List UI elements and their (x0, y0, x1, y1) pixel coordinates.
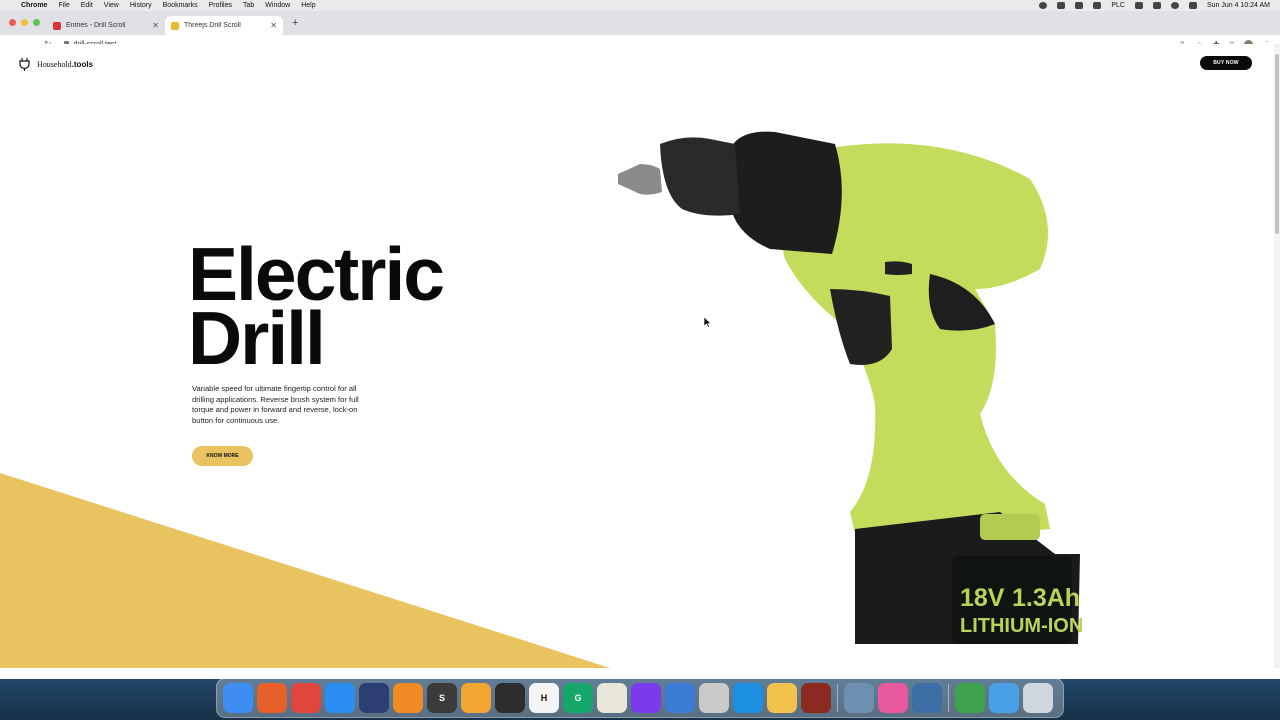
tab-title: Threejs Drill Scroll (184, 22, 241, 29)
plug-icon (19, 58, 30, 71)
battery-capacity-text: 1.3Ah (1012, 584, 1080, 612)
close-tab-icon[interactable]: ✕ (152, 21, 159, 30)
brand-logo[interactable]: Household.tools (19, 58, 93, 71)
close-window-button[interactable] (9, 19, 16, 26)
menu-history[interactable]: History (130, 2, 152, 9)
menu-tab[interactable]: Tab (243, 2, 254, 9)
page-scrollbar[interactable] (1274, 44, 1280, 668)
menu-file[interactable]: File (58, 2, 69, 9)
dock-migration-icon[interactable] (955, 683, 985, 713)
close-tab-icon[interactable]: ✕ (270, 21, 277, 30)
shield-icon[interactable] (1093, 2, 1102, 9)
tab-entries[interactable]: Entries - Drill Scroll ✕ (47, 16, 165, 35)
product-description: Variable speed for ultimate fingertip co… (192, 384, 359, 425)
direction-switch (885, 261, 912, 275)
tab-threejs-drill-scroll[interactable]: Threejs Drill Scroll ✕ (165, 16, 283, 35)
drill-image: 18V 1.3Ah LITHIUM-ION (618, 131, 1083, 644)
dock: S HG (216, 678, 1064, 718)
dock-docker-icon[interactable] (733, 683, 763, 713)
dock-transmit-icon[interactable] (767, 683, 797, 713)
dock-cinema4d-icon[interactable] (359, 683, 389, 713)
record-icon[interactable] (1039, 2, 1048, 9)
dock-downloads-icon[interactable] (989, 683, 1019, 713)
new-tab-button[interactable]: + (292, 17, 298, 29)
battery-type-text: LITHIUM-ION (960, 615, 1083, 637)
wedge-shape (0, 473, 610, 668)
zoom-window-button[interactable] (33, 19, 40, 26)
craft-favicon-icon (53, 21, 61, 30)
drill-chuck (730, 131, 842, 254)
window-controls (9, 19, 40, 26)
dock-github-icon[interactable] (631, 683, 661, 713)
status-label[interactable]: PLC (1111, 2, 1125, 9)
brand-name: Household.tools (37, 60, 94, 69)
minimize-window-button[interactable] (21, 19, 28, 26)
dock-sequel-icon[interactable] (699, 683, 729, 713)
drill-trigger (830, 289, 892, 365)
dock-trash-icon[interactable] (1023, 683, 1053, 713)
menu-profiles[interactable]: Profiles (209, 2, 232, 9)
dock-separator (837, 684, 838, 712)
dock-obs-icon[interactable] (495, 683, 525, 713)
dock-quicktime-icon[interactable] (912, 683, 942, 713)
menu-bar: Chrome File Edit View History Bookmarks … (0, 0, 1280, 11)
battery-release-button (980, 514, 1040, 540)
dock-hemingway-icon[interactable]: H (529, 683, 559, 713)
tab-title: Entries - Drill Scroll (66, 22, 126, 29)
know-more-button[interactable]: KNOW MORE (192, 446, 253, 466)
bluetooth-icon[interactable] (1134, 2, 1143, 9)
drill-bit-holder (618, 164, 662, 195)
dock-maps-icon[interactable] (461, 683, 491, 713)
dock-textedit-icon[interactable] (597, 683, 627, 713)
menu-app-name[interactable]: Chrome (21, 2, 47, 9)
menu-help[interactable]: Help (301, 2, 315, 9)
dock-firefox-icon[interactable] (257, 683, 287, 713)
menu-bookmarks[interactable]: Bookmarks (163, 2, 198, 9)
menu-window[interactable]: Window (265, 2, 290, 9)
menu-view[interactable]: View (104, 2, 119, 9)
site-favicon-icon (171, 21, 179, 30)
hero-title: Electric Drill (188, 237, 445, 376)
dock-tableplus-icon[interactable] (665, 683, 695, 713)
dock-safari-icon[interactable] (325, 683, 355, 713)
menu-edit[interactable]: Edit (81, 2, 93, 9)
dock-sublime-icon[interactable]: S (427, 683, 457, 713)
wifi-icon[interactable] (1152, 2, 1161, 9)
notification-icon[interactable] (1057, 2, 1066, 9)
dock-blender-icon[interactable] (393, 683, 423, 713)
spotlight-icon[interactable] (1170, 2, 1179, 9)
dock-chrome-icon[interactable] (291, 683, 321, 713)
dock-photobooth-icon[interactable] (801, 683, 831, 713)
dock-separator (948, 684, 949, 712)
buy-now-button[interactable]: BUY NOW (1200, 56, 1252, 70)
page-viewport: Household.tools BUY NOW Electric Drill V… (0, 44, 1274, 668)
dock-preview-icon[interactable] (844, 683, 874, 713)
control-center-icon[interactable] (1188, 2, 1197, 9)
dock-cleanmymac-icon[interactable] (878, 683, 908, 713)
dock-finder-icon[interactable] (223, 683, 253, 713)
chuck-sleeve (660, 137, 740, 216)
battery-voltage-text: 18V (960, 584, 1005, 612)
tab-strip: Entries - Drill Scroll ✕ Threejs Drill S… (0, 11, 1280, 35)
dock-grammarly-icon[interactable]: G (563, 683, 593, 713)
clock[interactable]: Sun Jun 4 10:24 AM (1207, 2, 1270, 9)
mouse-cursor-icon (704, 317, 712, 328)
scrollbar-thumb[interactable] (1275, 54, 1279, 234)
cloud-icon[interactable] (1075, 2, 1084, 9)
